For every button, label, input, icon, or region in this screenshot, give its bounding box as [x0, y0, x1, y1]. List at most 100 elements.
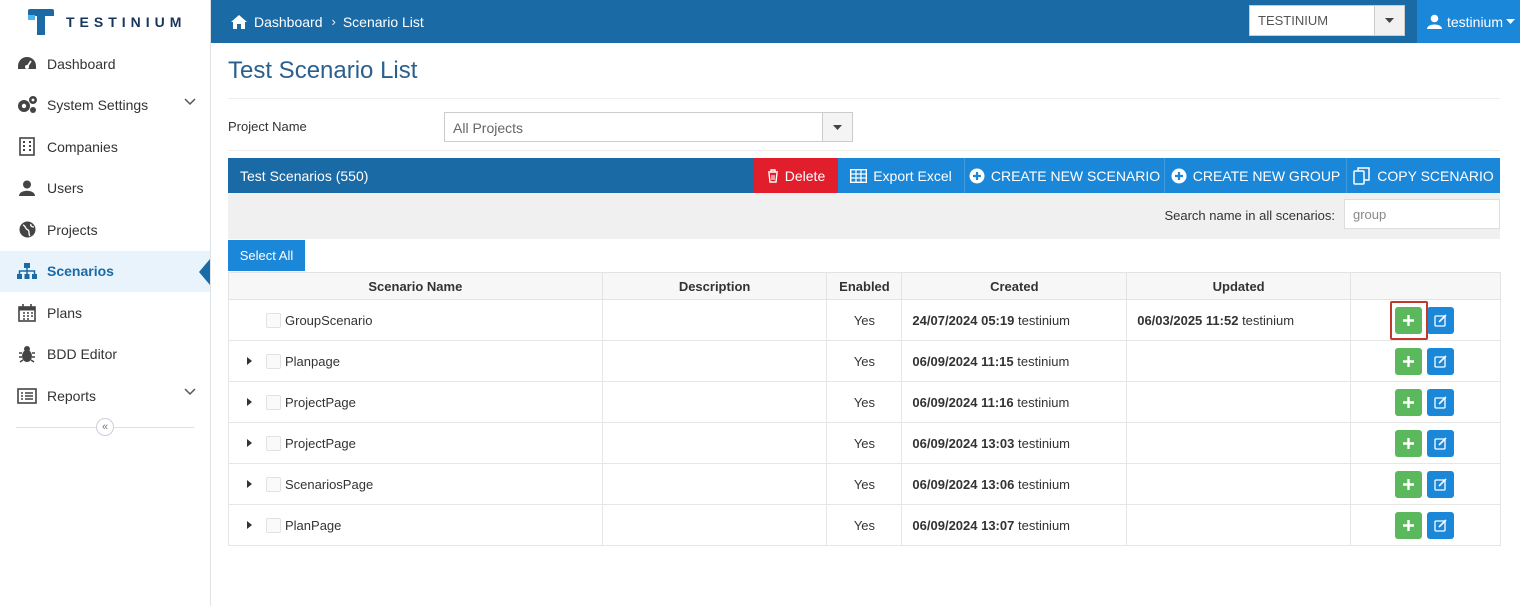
sidebar-item-plans[interactable]: Plans [0, 292, 210, 334]
sidebar-item-label: System Settings [47, 97, 149, 114]
user-icon [1427, 14, 1442, 29]
column-header-updated[interactable]: Updated [1126, 272, 1352, 300]
copy-icon [1353, 166, 1371, 185]
sidebar-item-companies[interactable]: Companies [0, 126, 210, 168]
scenario-name[interactable]: Planpage [285, 354, 340, 369]
scenario-description [601, 422, 828, 464]
edit-button[interactable] [1427, 347, 1455, 375]
scenario-name[interactable]: ProjectPage [285, 395, 356, 410]
add-to-group-button[interactable] [1395, 470, 1423, 498]
edit-button[interactable] [1427, 388, 1455, 416]
sidebar-item-system-settings[interactable]: System Settings [0, 85, 210, 127]
user-menu-button[interactable]: testinium [1417, 0, 1520, 43]
edit-button[interactable] [1427, 470, 1455, 498]
sidebar-item-label: Users [47, 180, 84, 197]
sidebar-item-users[interactable]: Users [0, 168, 210, 210]
row-checkbox[interactable] [266, 435, 281, 451]
add-to-group-button[interactable] [1395, 429, 1423, 457]
row-checkbox[interactable] [266, 476, 281, 492]
workspace-select[interactable]: TESTINIUM [1249, 5, 1405, 36]
plus-circle-icon [1171, 168, 1187, 183]
scenario-updated [1126, 381, 1352, 423]
table-row[interactable]: GroupScenario Yes 24/07/2024 05:19 testi… [228, 299, 1501, 341]
calendar-icon [18, 303, 36, 322]
scenario-name[interactable]: ProjectPage [285, 436, 356, 451]
sidebar-item-dashboard[interactable]: Dashboard [0, 43, 210, 85]
table-row[interactable]: Planpage Yes 06/09/2024 11:15 testinium [228, 340, 1501, 382]
delete-button[interactable]: Delete [754, 158, 838, 193]
table-header-row: Scenario Name Description Enabled Create… [228, 272, 1501, 300]
create-new-scenario-label: CREATE NEW SCENARIO [990, 167, 1161, 184]
globe-icon [19, 221, 35, 238]
row-checkbox[interactable] [266, 353, 281, 369]
expand-caret-icon[interactable] [241, 356, 257, 366]
chevron-down-icon[interactable] [1374, 6, 1404, 35]
export-excel-label: Export Excel [873, 167, 952, 184]
workspace-select-value: TESTINIUM [1258, 13, 1329, 28]
sidebar-item-reports[interactable]: Reports [0, 375, 210, 417]
table-row[interactable]: ProjectPage Yes 06/09/2024 13:03 testini… [228, 422, 1501, 464]
scenario-name[interactable]: GroupScenario [285, 313, 372, 328]
column-header-created[interactable]: Created [901, 272, 1128, 300]
row-checkbox[interactable] [266, 517, 281, 533]
expand-caret-icon[interactable] [241, 479, 257, 489]
search-label: Search name in all scenarios: [1164, 208, 1335, 223]
edit-button[interactable] [1427, 429, 1455, 457]
scenario-created: 06/09/2024 13:03 testinium [901, 422, 1128, 464]
chevron-down-icon[interactable] [822, 113, 852, 141]
expand-caret-icon[interactable] [241, 520, 257, 530]
expand-caret-icon[interactable] [241, 438, 257, 448]
scenario-updated [1126, 463, 1352, 505]
column-header-scenario-name[interactable]: Scenario Name [228, 272, 603, 300]
table-row[interactable]: ScenariosPage Yes 06/09/2024 13:06 testi… [228, 463, 1501, 505]
create-new-group-button[interactable]: CREATE NEW GROUP [1164, 158, 1346, 193]
search-bar: Search name in all scenarios: [228, 193, 1500, 239]
sidebar-collapse-icon[interactable]: « [96, 418, 114, 436]
add-to-group-button[interactable] [1395, 388, 1423, 416]
scenario-created: 06/09/2024 13:07 testinium [901, 504, 1128, 546]
brand-logo[interactable]: TESTINIUM [0, 0, 211, 43]
sidebar-item-bdd-editor[interactable]: BDD Editor [0, 334, 210, 376]
edit-icon [1434, 518, 1447, 532]
create-new-scenario-button[interactable]: CREATE NEW SCENARIO [964, 158, 1164, 193]
scenario-description [601, 299, 828, 341]
scenario-name[interactable]: ScenariosPage [285, 477, 373, 492]
plus-icon [1403, 478, 1415, 490]
column-header-enabled[interactable]: Enabled [826, 272, 903, 300]
project-filter-value: All Projects [453, 120, 524, 136]
plus-circle-icon [969, 168, 985, 183]
copy-scenario-button[interactable]: COPY SCENARIO [1346, 158, 1500, 193]
column-header-description[interactable]: Description [601, 272, 828, 300]
scenario-name[interactable]: PlanPage [285, 518, 341, 533]
edit-button[interactable] [1427, 306, 1455, 334]
project-filter-select[interactable]: All Projects [444, 112, 853, 142]
sitemap-icon [17, 263, 37, 280]
table-row[interactable]: ProjectPage Yes 06/09/2024 11:16 testini… [228, 381, 1501, 423]
select-all-button[interactable]: Select All [228, 240, 305, 271]
edit-button[interactable] [1427, 511, 1455, 539]
sidebar-item-label: Plans [47, 304, 83, 321]
add-to-group-button[interactable] [1395, 511, 1423, 539]
brand-name: TESTINIUM [66, 13, 187, 30]
export-excel-button[interactable]: Export Excel [838, 158, 964, 193]
sidebar-item-projects[interactable]: Projects [0, 209, 210, 251]
scenario-description [601, 463, 828, 505]
expand-caret-icon[interactable] [241, 397, 257, 407]
sidebar-item-scenarios[interactable]: Scenarios [0, 250, 210, 292]
sidebar-item-label: Reports [47, 387, 97, 404]
breadcrumb-dashboard-link[interactable]: Dashboard [254, 14, 323, 30]
chevron-down-icon [184, 388, 196, 396]
add-to-group-button[interactable] [1395, 347, 1423, 375]
trash-icon [767, 168, 778, 183]
table-row[interactable]: PlanPage Yes 06/09/2024 13:07 testinium [228, 504, 1501, 546]
scenario-created: 06/09/2024 11:16 testinium [901, 381, 1128, 423]
scenarios-panel-header: Test Scenarios (550) Delete Export Excel… [228, 158, 1500, 193]
column-header-actions [1350, 272, 1501, 300]
scenario-updated [1126, 504, 1352, 546]
plus-icon [1403, 519, 1415, 531]
search-input[interactable] [1344, 199, 1500, 229]
row-checkbox[interactable] [266, 312, 281, 328]
edit-icon [1434, 354, 1447, 368]
edit-icon [1434, 477, 1447, 491]
row-checkbox[interactable] [266, 394, 281, 410]
